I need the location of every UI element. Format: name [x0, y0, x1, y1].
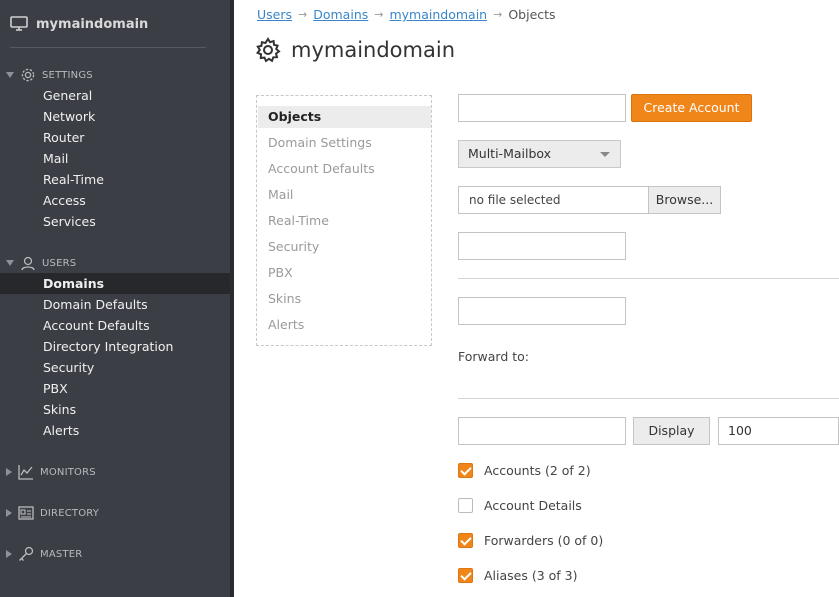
checkbox-aliases[interactable] [458, 568, 473, 583]
sidebar-item-security[interactable]: Security [0, 357, 230, 378]
collapsed-triangle-icon [6, 509, 12, 517]
directory-section-header[interactable]: DIRECTORY [0, 504, 230, 522]
sidebar-item-network[interactable]: Network [0, 106, 230, 127]
monitors-section-header[interactable]: MONITORS [0, 463, 230, 481]
file-status-field: no file selected [458, 186, 649, 214]
account-type-value: Multi-Mailbox [468, 146, 552, 161]
collapsed-triangle-icon [6, 550, 12, 558]
sidebar-item-skins[interactable]: Skins [0, 399, 230, 420]
user-icon [20, 255, 36, 271]
breadcrumb-arrow-icon: → [493, 8, 503, 21]
expand-triangle-icon [6, 72, 14, 78]
account-type-select[interactable]: Multi-Mailbox [458, 140, 621, 168]
subnav-item-real-time[interactable]: Real-Time [258, 210, 431, 236]
checkbox-forwarders[interactable] [458, 533, 473, 548]
subnav-item-alerts[interactable]: Alerts [258, 314, 431, 340]
breadcrumb-domain-link[interactable]: mymaindomain [389, 7, 487, 22]
breadcrumb-users-link[interactable]: Users [257, 7, 292, 22]
brand[interactable]: mymaindomain [10, 16, 148, 32]
filter-forwarders[interactable]: Forwarders (0 of 0) [458, 533, 603, 548]
chevron-down-icon [600, 152, 610, 157]
subnav-item-mail[interactable]: Mail [258, 184, 431, 210]
sidebar-item-domain-defaults[interactable]: Domain Defaults [0, 294, 230, 315]
master-section: MASTER [0, 545, 230, 563]
breadcrumb-arrow-icon: → [298, 8, 308, 21]
sidebar: mymaindomain SETTINGS General Network Ro… [0, 0, 234, 597]
subnav-item-skins[interactable]: Skins [258, 288, 431, 314]
users-section: USERS Domains Domain Defaults Account De… [0, 254, 230, 441]
forwarder-input[interactable] [458, 297, 626, 325]
page-header: mymaindomain [255, 37, 455, 63]
display-count-field[interactable]: 100 [718, 417, 839, 445]
checkbox-account-details[interactable] [458, 498, 473, 513]
sidebar-item-alerts[interactable]: Alerts [0, 420, 230, 441]
sidebar-item-access[interactable]: Access [0, 190, 230, 211]
filter-account-details[interactable]: Account Details [458, 498, 582, 513]
sidebar-item-pbx[interactable]: PBX [0, 378, 230, 399]
gear-icon [255, 37, 281, 63]
sidebar-item-router[interactable]: Router [0, 127, 230, 148]
filter-accounts-label: Accounts (2 of 2) [484, 463, 591, 478]
monitors-section-label: MONITORS [40, 466, 96, 478]
subnav-item-objects[interactable]: Objects [258, 106, 431, 128]
subnav-item-security[interactable]: Security [258, 236, 431, 262]
breadcrumb-arrow-icon: → [374, 8, 384, 21]
master-section-label: MASTER [40, 548, 83, 560]
display-button[interactable]: Display [633, 417, 710, 445]
create-account-button[interactable]: Create Account [631, 94, 752, 122]
import-input[interactable] [458, 232, 626, 260]
gear-icon [20, 67, 36, 83]
breadcrumb-current: Objects [508, 7, 556, 22]
directory-card-icon [18, 505, 34, 521]
browse-button[interactable]: Browse... [648, 186, 721, 214]
expand-triangle-icon [6, 260, 14, 266]
sidebar-item-general[interactable]: General [0, 85, 230, 106]
checkbox-accounts[interactable] [458, 463, 473, 478]
breadcrumb-domains-link[interactable]: Domains [313, 7, 368, 22]
account-name-input[interactable] [458, 94, 626, 122]
sidebar-item-account-defaults[interactable]: Account Defaults [0, 315, 230, 336]
chart-icon [18, 464, 34, 480]
divider [458, 278, 839, 279]
divider [458, 398, 839, 399]
filter-aliases[interactable]: Aliases (3 of 3) [458, 568, 578, 583]
sidebar-item-real-time[interactable]: Real-Time [0, 169, 230, 190]
breadcrumb: Users → Domains → mymaindomain → Objects [257, 7, 556, 22]
settings-section-label: SETTINGS [42, 69, 93, 81]
users-section-label: USERS [42, 257, 77, 269]
filter-accounts[interactable]: Accounts (2 of 2) [458, 463, 591, 478]
directory-section: DIRECTORY [0, 504, 230, 522]
subnav-item-pbx[interactable]: PBX [258, 262, 431, 288]
filter-account-details-label: Account Details [484, 498, 582, 513]
divider [10, 47, 206, 48]
filter-input[interactable] [458, 417, 626, 445]
sidebar-item-mail[interactable]: Mail [0, 148, 230, 169]
sidebar-item-services[interactable]: Services [0, 211, 230, 232]
sidebar-item-directory-integration[interactable]: Directory Integration [0, 336, 230, 357]
key-icon [18, 546, 34, 562]
subnav-item-account-defaults[interactable]: Account Defaults [258, 158, 431, 184]
monitor-icon [10, 16, 28, 32]
collapsed-triangle-icon [6, 468, 12, 476]
users-section-header[interactable]: USERS [0, 254, 230, 272]
brand-name: mymaindomain [36, 16, 149, 32]
sidebar-item-domains[interactable]: Domains [0, 273, 230, 294]
filter-forwarders-label: Forwarders (0 of 0) [484, 533, 604, 548]
object-subnav: Objects Domain Settings Account Defaults… [256, 95, 432, 346]
settings-section: SETTINGS General Network Router Mail Rea… [0, 66, 230, 232]
filter-aliases-label: Aliases (3 of 3) [484, 568, 578, 583]
master-section-header[interactable]: MASTER [0, 545, 230, 563]
subnav-item-domain-settings[interactable]: Domain Settings [258, 132, 431, 158]
monitors-section: MONITORS [0, 463, 230, 481]
forward-to-label: Forward to: [458, 349, 530, 364]
settings-section-header[interactable]: SETTINGS [0, 66, 230, 84]
page-title: mymaindomain [291, 38, 456, 62]
directory-section-label: DIRECTORY [40, 507, 100, 519]
